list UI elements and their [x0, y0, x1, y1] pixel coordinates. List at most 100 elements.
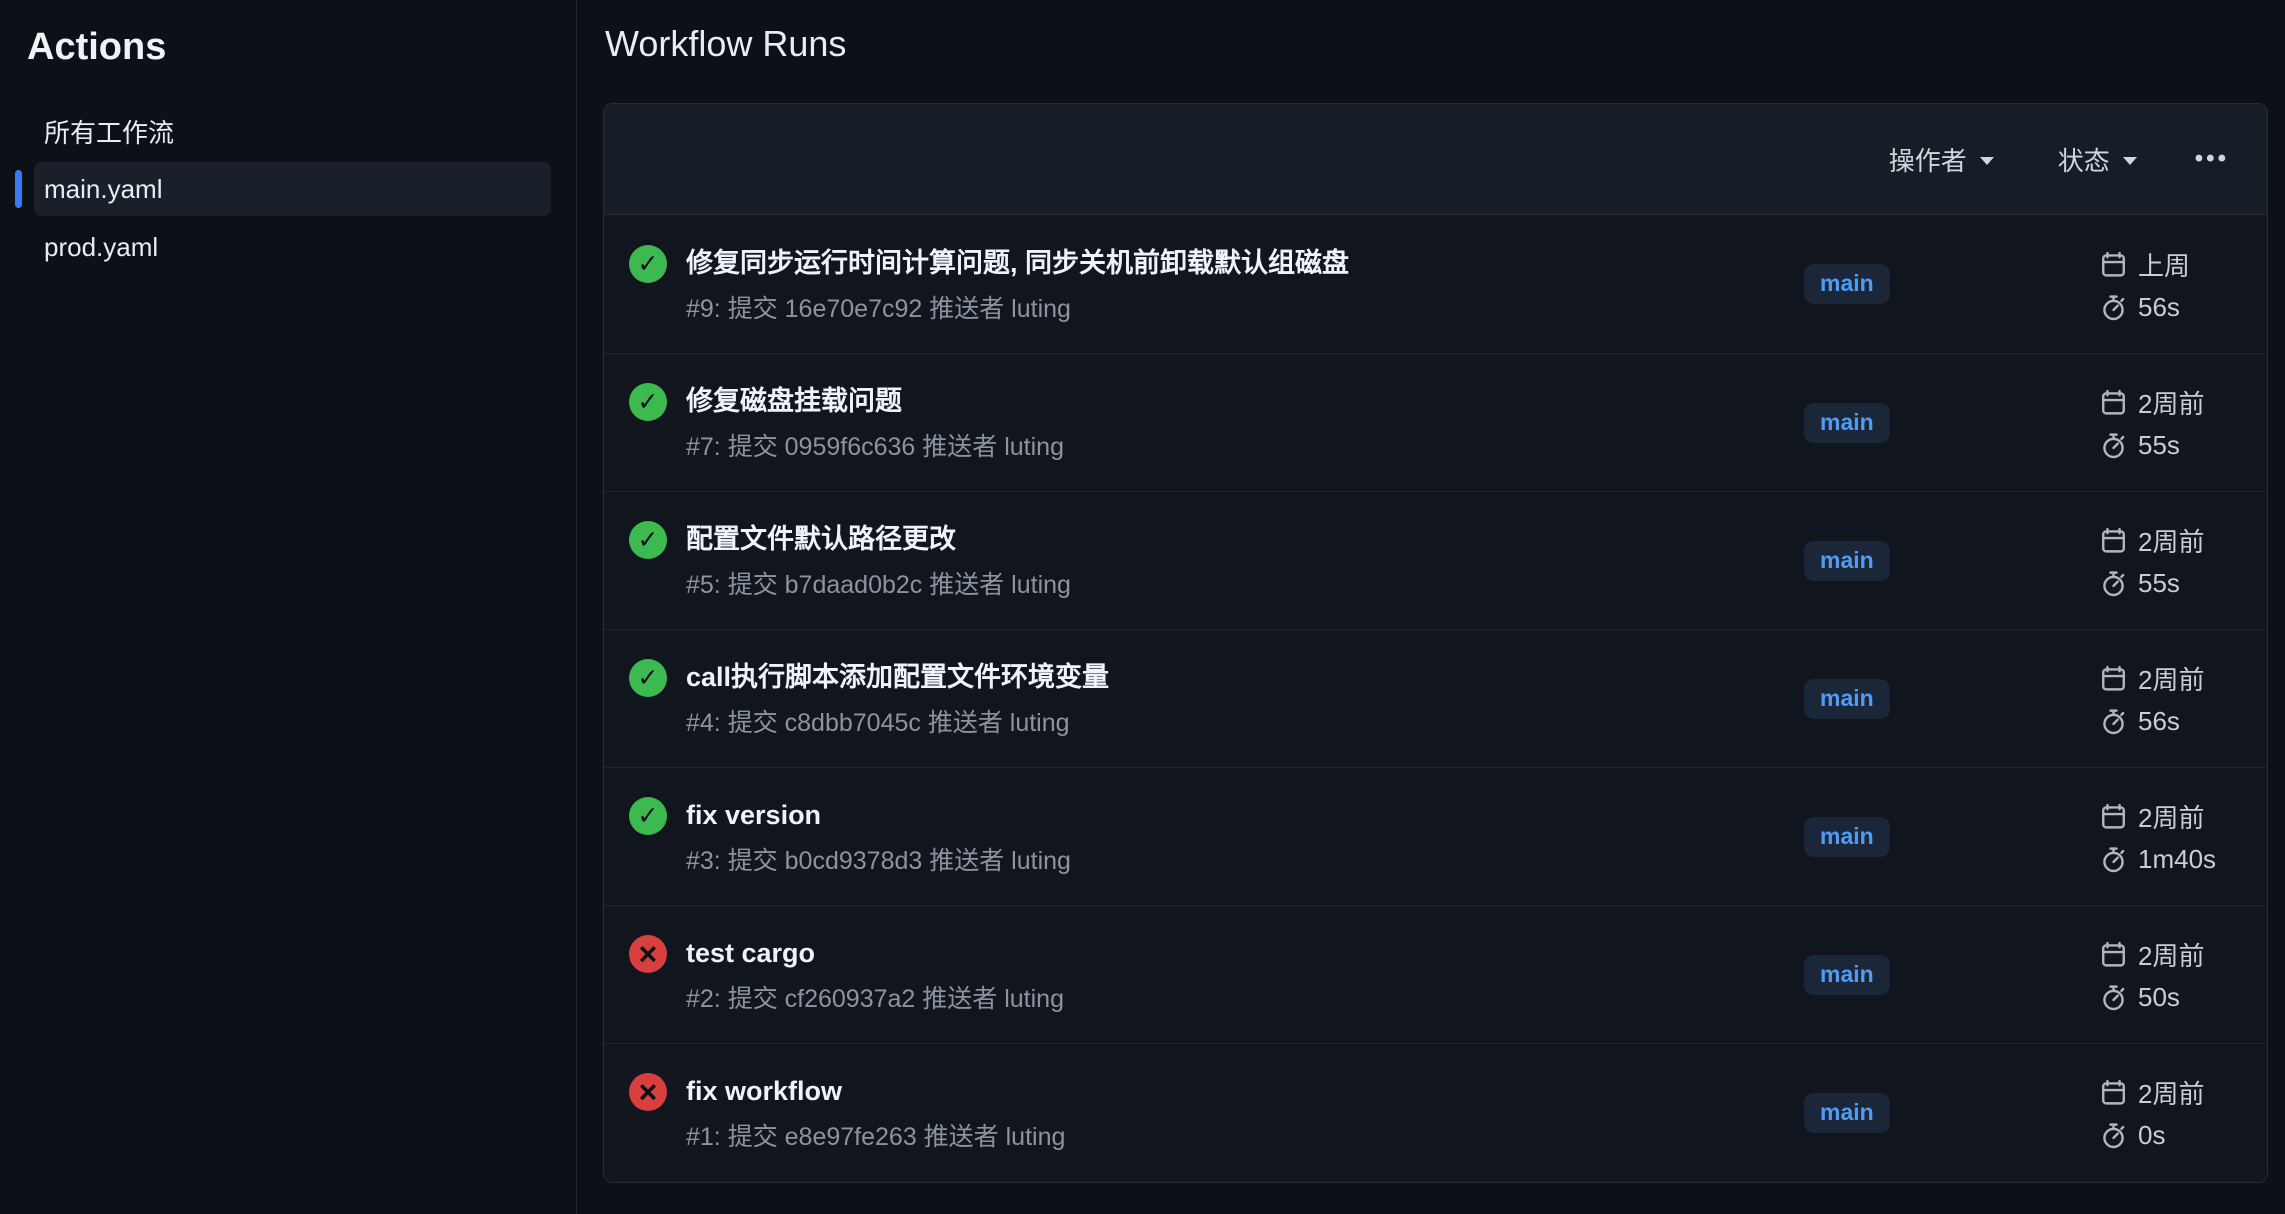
branch-badge[interactable]: main	[1804, 817, 1890, 857]
run-duration: 56s	[2138, 706, 2180, 737]
run-date: 2周前	[2138, 522, 2204, 559]
run-info: 配置文件默认路径更改 #5: 提交 b7daad0b2c 推送者 luting	[629, 521, 1782, 600]
sidebar-item-main-yaml[interactable]: main.yaml	[34, 162, 551, 216]
branch-column: main	[1782, 817, 2079, 857]
check-circle-icon	[629, 521, 667, 559]
run-date-line: 2周前	[2099, 1074, 2249, 1111]
run-title[interactable]: call执行脚本添加配置文件环境变量	[686, 659, 1109, 695]
sidebar-item-prod-yaml[interactable]: prod.yaml	[34, 220, 551, 274]
run-text: 配置文件默认路径更改 #5: 提交 b7daad0b2c 推送者 luting	[686, 521, 1071, 600]
run-info: 修复磁盘挂载问题 #7: 提交 0959f6c636 推送者 luting	[629, 383, 1782, 462]
run-date: 2周前	[2138, 936, 2204, 973]
run-title[interactable]: fix version	[686, 797, 1071, 833]
workflow-list: 所有工作流 main.yaml prod.yaml	[34, 104, 551, 274]
run-date-line: 2周前	[2099, 660, 2249, 697]
calendar-icon	[2099, 526, 2128, 555]
chevron-down-icon	[2123, 157, 2137, 165]
sidebar-item-label: prod.yaml	[44, 232, 158, 263]
stopwatch-icon	[2099, 293, 2128, 322]
run-duration: 55s	[2138, 568, 2180, 599]
run-date: 2周前	[2138, 798, 2204, 835]
run-meta: 上周 56s	[2079, 246, 2249, 323]
run-list: 修复同步运行时间计算问题, 同步关机前卸载默认组磁盘 #9: 提交 16e70e…	[604, 215, 2267, 1181]
run-duration: 55s	[2138, 430, 2180, 461]
run-info: fix workflow #1: 提交 e8e97fe263 推送者 lutin…	[629, 1073, 1782, 1152]
run-text: call执行脚本添加配置文件环境变量 #4: 提交 c8dbb7045c 推送者…	[686, 659, 1109, 738]
run-duration-line: 0s	[2099, 1120, 2249, 1151]
sidebar-item-label: main.yaml	[44, 174, 162, 205]
actor-filter-dropdown[interactable]: 操作者	[1889, 141, 1994, 178]
run-duration-line: 56s	[2099, 706, 2249, 737]
branch-badge[interactable]: main	[1804, 264, 1890, 304]
run-text: fix workflow #1: 提交 e8e97fe263 推送者 lutin…	[686, 1073, 1065, 1152]
run-title[interactable]: 修复磁盘挂载问题	[686, 383, 1064, 419]
run-text: test cargo #2: 提交 cf260937a2 推送者 luting	[686, 935, 1064, 1014]
run-meta: 2周前 55s	[2079, 522, 2249, 599]
check-circle-icon	[629, 383, 667, 421]
calendar-icon	[2099, 664, 2128, 693]
run-date-line: 2周前	[2099, 936, 2249, 973]
run-meta: 2周前 56s	[2079, 660, 2249, 737]
branch-badge[interactable]: main	[1804, 541, 1890, 581]
run-date: 2周前	[2138, 384, 2204, 421]
run-date-line: 2周前	[2099, 798, 2249, 835]
branch-column: main	[1782, 679, 2079, 719]
branch-column: main	[1782, 403, 2079, 443]
workflow-run-row[interactable]: fix workflow #1: 提交 e8e97fe263 推送者 lutin…	[604, 1043, 2267, 1181]
stopwatch-icon	[2099, 1121, 2128, 1150]
workflow-run-row[interactable]: fix version #3: 提交 b0cd9378d3 推送者 luting…	[604, 767, 2267, 905]
stopwatch-icon	[2099, 845, 2128, 874]
workflow-run-row[interactable]: 修复磁盘挂载问题 #7: 提交 0959f6c636 推送者 luting ma…	[604, 353, 2267, 491]
run-date: 上周	[2138, 246, 2190, 283]
page-title: Workflow Runs	[605, 22, 2268, 66]
run-subtitle: #9: 提交 16e70e7c92 推送者 luting	[686, 294, 1349, 324]
branch-column: main	[1782, 264, 2079, 304]
calendar-icon	[2099, 388, 2128, 417]
calendar-icon	[2099, 1078, 2128, 1107]
x-circle-icon	[629, 935, 667, 973]
actor-filter-label: 操作者	[1889, 141, 1967, 178]
status-filter-label: 状态	[2058, 141, 2110, 178]
run-subtitle: #3: 提交 b0cd9378d3 推送者 luting	[686, 846, 1071, 876]
branch-badge[interactable]: main	[1804, 955, 1890, 995]
branch-badge[interactable]: main	[1804, 679, 1890, 719]
run-duration-line: 1m40s	[2099, 844, 2249, 875]
run-date-line: 上周	[2099, 246, 2249, 283]
run-subtitle: #7: 提交 0959f6c636 推送者 luting	[686, 432, 1064, 462]
run-duration: 56s	[2138, 292, 2180, 323]
run-subtitle: #5: 提交 b7daad0b2c 推送者 luting	[686, 570, 1071, 600]
run-title[interactable]: test cargo	[686, 935, 1064, 971]
run-duration-line: 55s	[2099, 430, 2249, 461]
x-circle-icon	[629, 1073, 667, 1111]
run-meta: 2周前 0s	[2079, 1074, 2249, 1151]
workflow-run-row[interactable]: 修复同步运行时间计算问题, 同步关机前卸载默认组磁盘 #9: 提交 16e70e…	[604, 215, 2267, 353]
branch-column: main	[1782, 955, 2079, 995]
run-meta: 2周前 1m40s	[2079, 798, 2249, 875]
sidebar-item-label: 所有工作流	[44, 113, 174, 150]
run-subtitle: #2: 提交 cf260937a2 推送者 luting	[686, 984, 1064, 1014]
more-options-button[interactable]: •••	[2195, 147, 2229, 171]
run-info: test cargo #2: 提交 cf260937a2 推送者 luting	[629, 935, 1782, 1014]
sidebar-title: Actions	[27, 24, 550, 70]
active-indicator	[15, 170, 22, 208]
run-title[interactable]: fix workflow	[686, 1073, 1065, 1109]
run-duration-line: 55s	[2099, 568, 2249, 599]
workflow-run-row[interactable]: test cargo #2: 提交 cf260937a2 推送者 luting …	[604, 905, 2267, 1043]
workflow-run-row[interactable]: 配置文件默认路径更改 #5: 提交 b7daad0b2c 推送者 luting …	[604, 491, 2267, 629]
run-text: fix version #3: 提交 b0cd9378d3 推送者 luting	[686, 797, 1071, 876]
run-date-line: 2周前	[2099, 384, 2249, 421]
branch-badge[interactable]: main	[1804, 1093, 1890, 1133]
status-filter-dropdown[interactable]: 状态	[2058, 141, 2137, 178]
run-text: 修复同步运行时间计算问题, 同步关机前卸载默认组磁盘 #9: 提交 16e70e…	[686, 245, 1349, 324]
calendar-icon	[2099, 940, 2128, 969]
workflow-run-row[interactable]: call执行脚本添加配置文件环境变量 #4: 提交 c8dbb7045c 推送者…	[604, 629, 2267, 767]
sidebar-item--[interactable]: 所有工作流	[34, 104, 551, 158]
run-date: 2周前	[2138, 660, 2204, 697]
main-content: Workflow Runs 操作者 状态 ••• 修复同步运行时间计算问题, 同…	[577, 0, 2285, 1214]
run-title[interactable]: 配置文件默认路径更改	[686, 521, 1071, 557]
stopwatch-icon	[2099, 983, 2128, 1012]
run-title[interactable]: 修复同步运行时间计算问题, 同步关机前卸载默认组磁盘	[686, 245, 1349, 281]
stopwatch-icon	[2099, 569, 2128, 598]
branch-badge[interactable]: main	[1804, 403, 1890, 443]
run-duration: 1m40s	[2138, 844, 2216, 875]
